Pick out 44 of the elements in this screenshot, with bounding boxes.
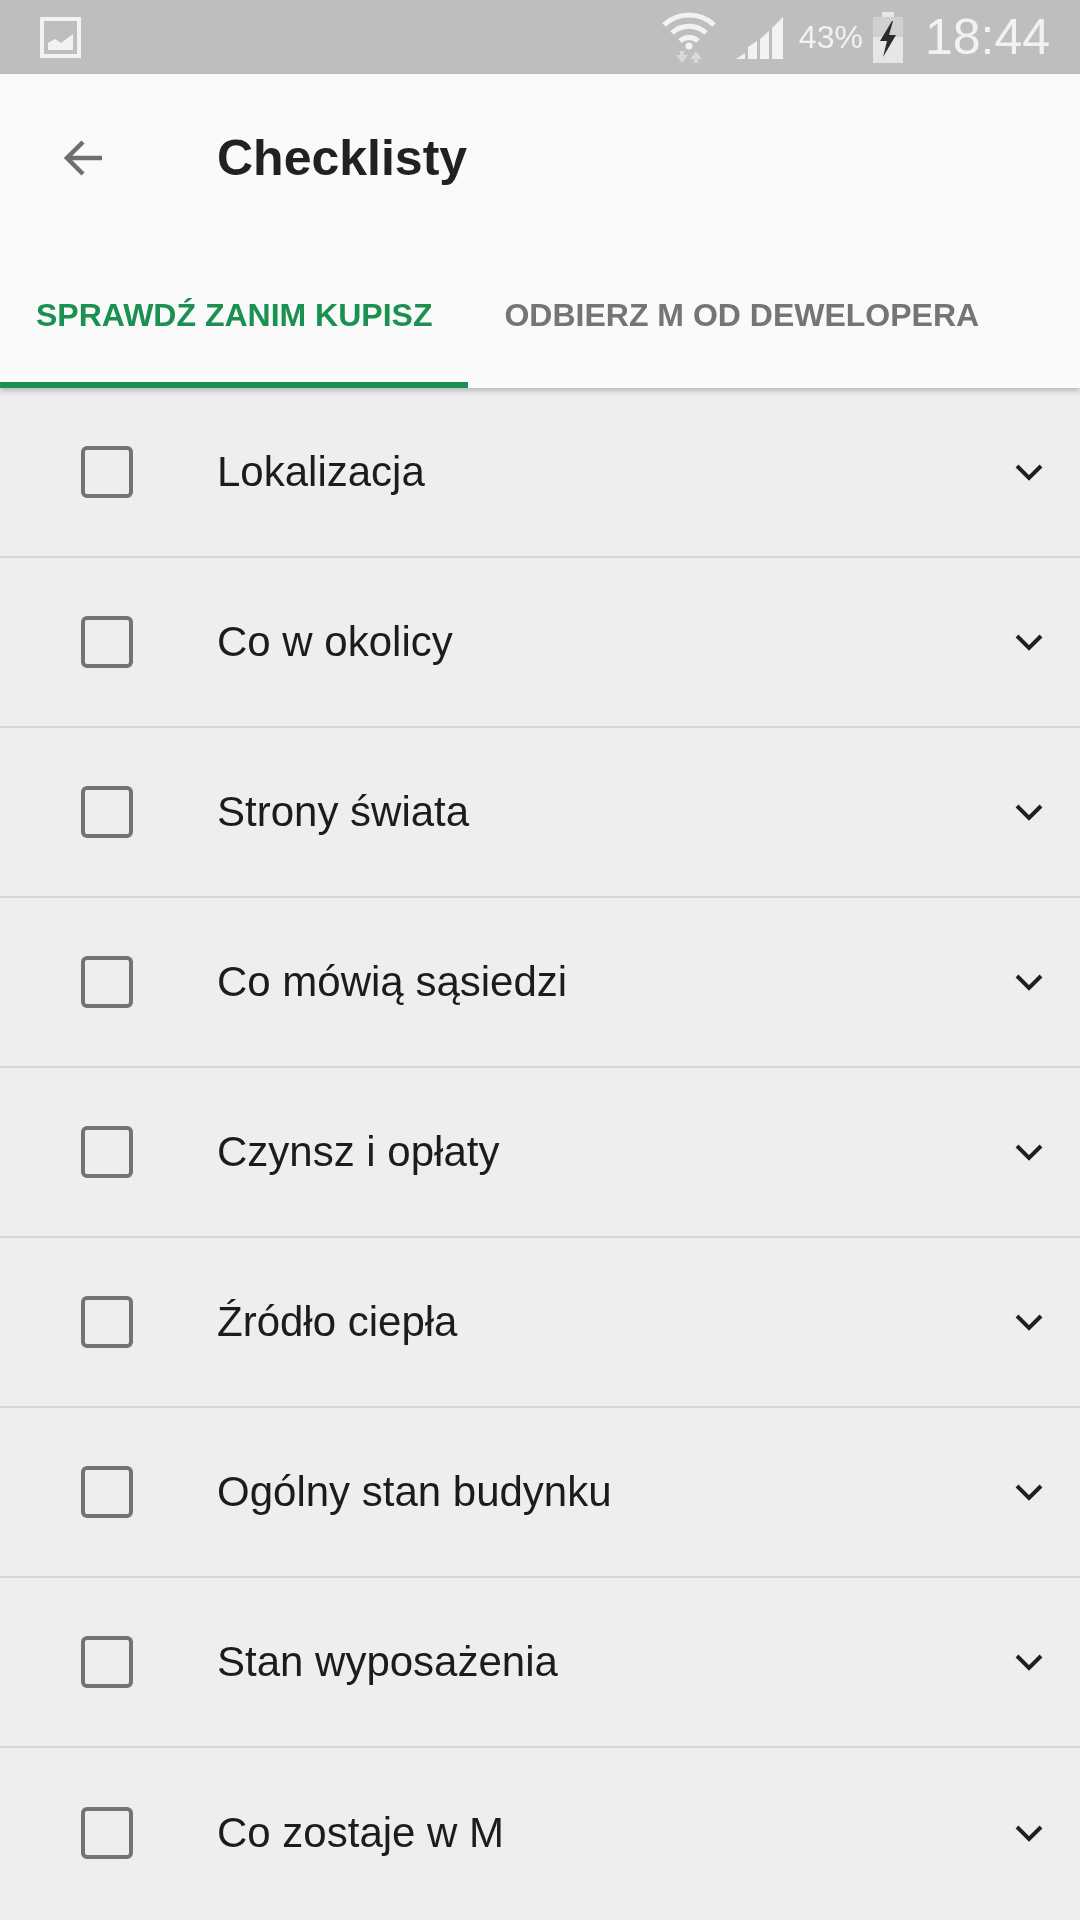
tab[interactable]: ODBIERZ M OD DEWELOPERA	[468, 242, 980, 388]
chevron-icon[interactable]	[1015, 1313, 1043, 1331]
signal-bars-icon	[735, 17, 783, 59]
row-label: Co mówią sąsiedzi	[217, 958, 569, 1006]
charging-battery-icon	[872, 11, 903, 63]
row-label: Stan wyposażenia	[217, 1638, 559, 1686]
checkbox[interactable]	[81, 1296, 133, 1348]
checklist-row[interactable]: Co mówią sąsiedzi	[0, 898, 1080, 1068]
checkbox[interactable]	[81, 1126, 133, 1178]
chevron-icon[interactable]	[1015, 1653, 1043, 1671]
screen-title: Checklisty	[217, 129, 468, 187]
wifi-icon	[661, 11, 716, 63]
chevron-icon[interactable]	[1015, 1824, 1043, 1842]
chevron-icon[interactable]	[1015, 1143, 1043, 1161]
chevron-icon[interactable]	[1015, 463, 1043, 481]
chevron-icon[interactable]	[1015, 633, 1043, 651]
checkbox[interactable]	[81, 1807, 133, 1859]
checkbox[interactable]	[81, 1636, 133, 1688]
chevron-icon[interactable]	[1015, 973, 1043, 991]
checkbox[interactable]	[81, 616, 133, 668]
row-label: Źródło ciepła	[217, 1298, 459, 1346]
back-arrow-icon	[64, 138, 104, 178]
checkbox[interactable]	[81, 1466, 133, 1518]
checklist-row[interactable]: Strony świata	[0, 728, 1080, 898]
tab[interactable]: SPRAWDŹ ZANIM KUPISZ	[0, 242, 469, 388]
checklist-row[interactable]: Czynsz i opłaty	[0, 1068, 1080, 1238]
checklist-row[interactable]: Co zostaje w M	[0, 1748, 1080, 1918]
checklist-row[interactable]: Co w okolicy	[0, 558, 1080, 728]
checklist-row[interactable]: Stan wyposażenia	[0, 1578, 1080, 1748]
row-label: Czynsz i opłaty	[217, 1128, 501, 1176]
row-label: Strony świata	[217, 788, 471, 836]
checkbox[interactable]	[81, 446, 133, 498]
checkbox[interactable]	[81, 786, 133, 838]
chevron-icon[interactable]	[1015, 803, 1043, 821]
chevron-icon[interactable]	[1015, 1483, 1043, 1501]
row-label: Ogólny stan budynku	[217, 1468, 613, 1516]
image-icon	[40, 16, 81, 58]
checklist-row[interactable]: Ogólny stan budynku	[0, 1408, 1080, 1578]
row-label: Lokalizacja	[217, 448, 426, 496]
row-label: Co w okolicy	[217, 618, 454, 666]
checkbox[interactable]	[81, 956, 133, 1008]
checklist-row[interactable]: Źródło ciepła	[0, 1238, 1080, 1408]
row-label: Co zostaje w M	[217, 1809, 506, 1857]
checklist-row[interactable]: Lokalizacja	[0, 388, 1080, 558]
